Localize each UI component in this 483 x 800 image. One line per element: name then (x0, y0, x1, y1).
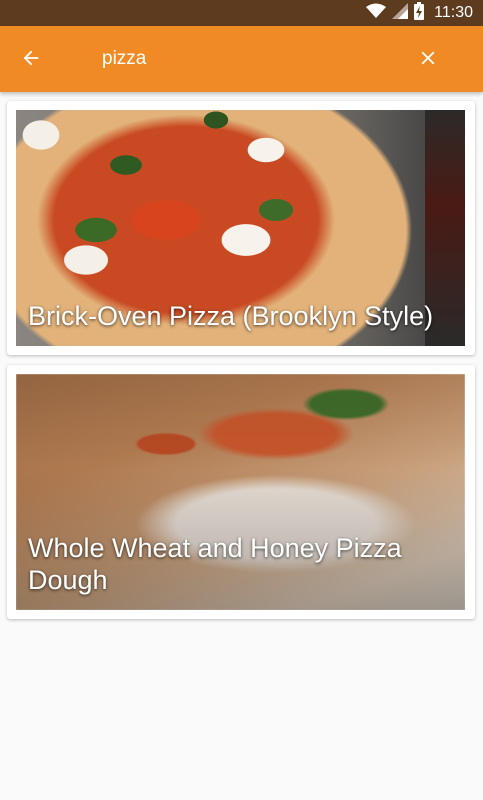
results-list: Brick-Oven Pizza (Brooklyn Style) Whole … (7, 101, 475, 629)
recipe-title: Whole Wheat and Honey Pizza Dough (28, 533, 402, 595)
battery-charging-icon (414, 1, 425, 25)
recipe-image: Whole Wheat and Honey Pizza Dough (16, 374, 465, 610)
wifi-icon (366, 3, 387, 24)
back-button[interactable] (14, 43, 48, 77)
recipe-title: Brick-Oven Pizza (Brooklyn Style) (28, 301, 434, 331)
status-time: 11:30 (434, 4, 473, 21)
arrow-left-icon (20, 47, 42, 74)
recipe-card[interactable]: Brick-Oven Pizza (Brooklyn Style) (7, 101, 475, 355)
clear-search-button[interactable] (411, 43, 445, 77)
status-icons: 11:30 (366, 0, 473, 26)
recipe-image: Brick-Oven Pizza (Brooklyn Style) (16, 110, 465, 346)
signal-icon (392, 2, 409, 24)
search-input[interactable] (96, 42, 398, 76)
status-bar: 11:30 (0, 0, 483, 26)
close-icon (417, 47, 439, 74)
recipe-card[interactable]: Whole Wheat and Honey Pizza Dough (7, 365, 475, 619)
search-toolbar (0, 26, 483, 92)
